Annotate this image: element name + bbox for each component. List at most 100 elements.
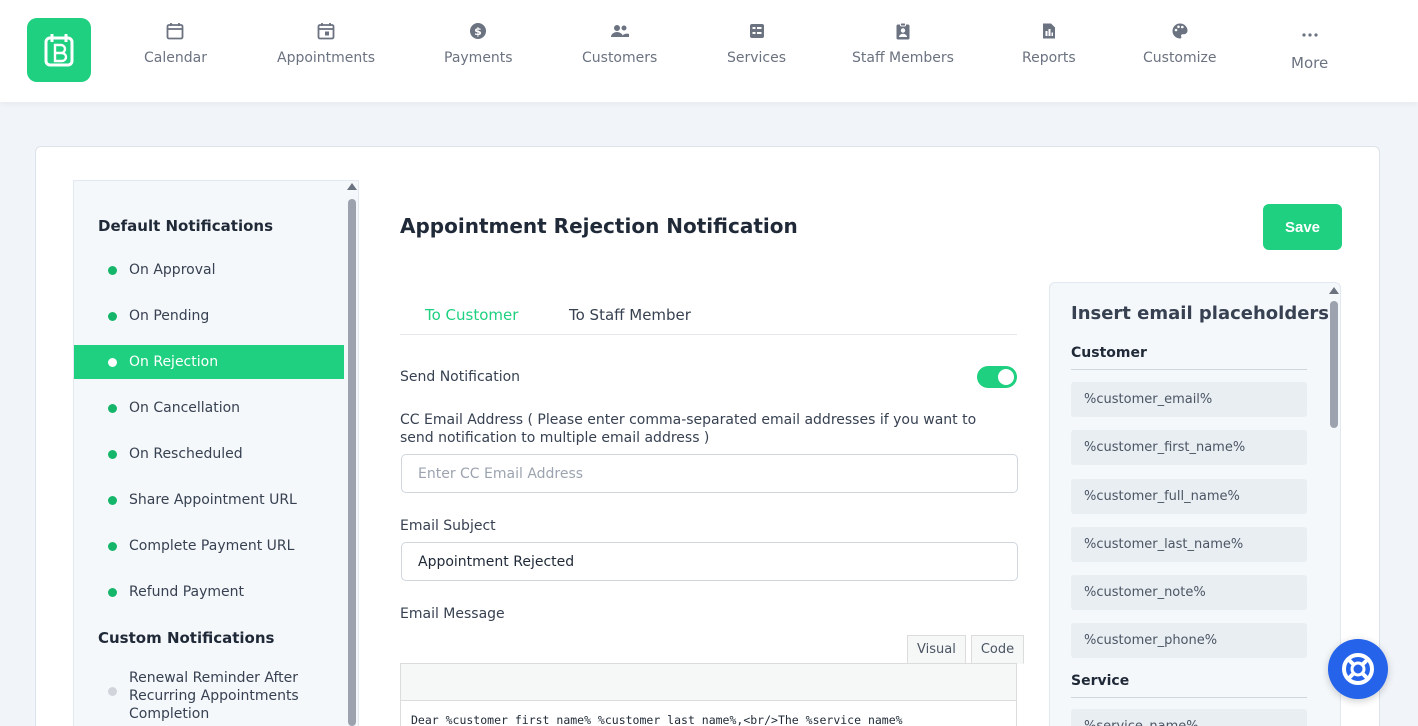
recipient-tabs: To Customer To Staff Member bbox=[400, 296, 1017, 335]
placeholder-group-service: Service bbox=[1071, 673, 1130, 689]
sidebar-item-renewal-reminder[interactable]: Renewal Reminder After Recurring Appoint… bbox=[108, 669, 338, 723]
status-dot bbox=[108, 357, 117, 367]
send-notification-toggle[interactable] bbox=[977, 366, 1017, 388]
email-message-label: Email Message bbox=[400, 606, 505, 622]
sidebar-item-label: Complete Payment URL bbox=[129, 538, 295, 554]
top-navigation: Calendar Appointments $ Payments Custome… bbox=[0, 0, 1418, 102]
sidebar-item-complete-payment-url[interactable]: Complete Payment URL bbox=[74, 529, 344, 563]
placeholders-panel: Insert email placeholders Customer %cust… bbox=[1049, 282, 1341, 726]
editor-toolbar bbox=[401, 664, 1016, 701]
nav-label: Appointments bbox=[277, 50, 376, 66]
nav-label: Reports bbox=[1022, 50, 1076, 66]
status-dot bbox=[108, 311, 117, 321]
notifications-sidebar: Default Notifications On Approval On Pen… bbox=[73, 180, 359, 726]
calendar-icon bbox=[164, 20, 186, 42]
appointment-icon bbox=[315, 20, 337, 42]
status-dot bbox=[108, 687, 117, 696]
svg-text:$: $ bbox=[474, 25, 482, 38]
placeholder-chip[interactable]: %customer_last_name% bbox=[1071, 527, 1307, 562]
placeholder-chip[interactable]: %service_name% bbox=[1071, 709, 1307, 726]
divider bbox=[1071, 369, 1307, 370]
custom-notifications-heading: Custom Notifications bbox=[98, 629, 275, 647]
default-notifications-heading: Default Notifications bbox=[98, 217, 274, 235]
send-notification-label: Send Notification bbox=[400, 369, 521, 385]
scroll-up-arrow-icon[interactable] bbox=[347, 183, 357, 190]
email-message-textarea[interactable]: Dear %customer_first_name% %customer_las… bbox=[401, 701, 1016, 726]
page-title: Appointment Rejection Notification bbox=[400, 214, 798, 238]
cc-email-input[interactable] bbox=[401, 454, 1018, 493]
sidebar-item-refund-payment[interactable]: Refund Payment bbox=[74, 575, 344, 609]
sidebar-item-on-approval[interactable]: On Approval bbox=[74, 253, 344, 287]
staff-badge-icon bbox=[892, 20, 914, 42]
toggle-knob bbox=[998, 369, 1014, 385]
nav-services[interactable]: Services bbox=[727, 20, 786, 66]
divider bbox=[1071, 697, 1307, 698]
placeholder-chip[interactable]: %customer_note% bbox=[1071, 575, 1307, 610]
placeholder-chip[interactable]: %customer_phone% bbox=[1071, 623, 1307, 658]
sidebar-item-label: On Cancellation bbox=[129, 400, 241, 416]
nav-label: Services bbox=[727, 50, 787, 66]
sidebar-item-label: Share Appointment URL bbox=[129, 492, 297, 508]
placeholder-chip[interactable]: %customer_email% bbox=[1071, 382, 1307, 417]
status-dot bbox=[108, 265, 117, 275]
nav-customers[interactable]: Customers bbox=[582, 20, 657, 66]
users-icon bbox=[609, 20, 631, 42]
logo-icon bbox=[44, 34, 74, 67]
sidebar-item-on-rescheduled[interactable]: On Rescheduled bbox=[74, 437, 344, 471]
nav-reports[interactable]: Reports bbox=[1022, 20, 1076, 66]
nav-customize[interactable]: Customize bbox=[1143, 20, 1217, 66]
scrollbar-thumb[interactable] bbox=[1330, 301, 1338, 428]
nav-calendar[interactable]: Calendar bbox=[144, 20, 207, 66]
scroll-up-arrow-icon[interactable] bbox=[1329, 287, 1339, 294]
email-message-editor[interactable]: Dear %customer_first_name% %customer_las… bbox=[400, 663, 1017, 726]
editor-mode-tabs: Visual Code bbox=[902, 635, 1025, 664]
nav-label: Payments bbox=[444, 50, 513, 66]
placeholder-chip[interactable]: %customer_full_name% bbox=[1071, 479, 1307, 514]
scrollbar-thumb[interactable] bbox=[348, 199, 356, 726]
code-tab[interactable]: Code bbox=[970, 635, 1025, 664]
sidebar-item-label: Renewal Reminder After Recurring Appoint… bbox=[129, 670, 299, 722]
sidebar-item-on-cancellation[interactable]: On Cancellation bbox=[74, 391, 344, 425]
help-button[interactable] bbox=[1328, 639, 1388, 699]
tab-to-staff-member[interactable]: To Staff Member bbox=[569, 306, 691, 324]
sidebar-item-label: Refund Payment bbox=[129, 584, 245, 600]
email-subject-label: Email Subject bbox=[400, 518, 496, 534]
placeholder-group-customer: Customer bbox=[1071, 345, 1147, 361]
status-dot bbox=[108, 495, 117, 505]
status-dot bbox=[108, 449, 117, 459]
placeholder-chip[interactable]: %customer_first_name% bbox=[1071, 430, 1307, 465]
placeholders-title: Insert email placeholders bbox=[1071, 303, 1330, 324]
nav-label: Customers bbox=[582, 50, 658, 66]
sidebar-item-on-rejection[interactable]: On Rejection bbox=[74, 345, 344, 379]
cc-email-label: CC Email Address ( Please enter comma-se… bbox=[400, 412, 977, 446]
palette-icon bbox=[1169, 20, 1191, 42]
sidebar-item-on-pending[interactable]: On Pending bbox=[74, 299, 344, 333]
sidebar-item-label: On Rejection bbox=[129, 354, 219, 370]
sidebar-item-share-appointment-url[interactable]: Share Appointment URL bbox=[74, 483, 344, 517]
report-icon bbox=[1038, 20, 1060, 42]
nav-label: Staff Members bbox=[852, 50, 954, 66]
nav-label: More bbox=[1291, 54, 1329, 72]
nav-more[interactable]: More bbox=[1291, 24, 1328, 72]
nav-label: Calendar bbox=[144, 50, 207, 66]
lifebuoy-icon bbox=[1342, 653, 1374, 685]
sidebar-item-label: On Approval bbox=[129, 262, 216, 278]
sidebar-item-label: On Pending bbox=[129, 308, 210, 324]
status-dot bbox=[108, 403, 117, 413]
dollar-icon: $ bbox=[467, 20, 489, 42]
more-dots-icon bbox=[1299, 24, 1321, 46]
email-subject-input[interactable] bbox=[401, 542, 1018, 581]
status-dot bbox=[108, 541, 117, 551]
nav-staff-members[interactable]: Staff Members bbox=[852, 20, 954, 66]
nav-payments[interactable]: $ Payments bbox=[444, 20, 513, 66]
save-button[interactable]: Save bbox=[1263, 204, 1342, 250]
visual-tab[interactable]: Visual bbox=[907, 635, 966, 664]
services-icon bbox=[746, 20, 768, 42]
sidebar-scrollbar[interactable] bbox=[347, 183, 357, 726]
nav-label: Customize bbox=[1143, 50, 1217, 66]
sidebar-item-label: On Rescheduled bbox=[129, 446, 243, 462]
status-dot bbox=[108, 587, 117, 597]
nav-appointments[interactable]: Appointments bbox=[277, 20, 375, 66]
app-logo[interactable] bbox=[27, 18, 91, 82]
tab-to-customer[interactable]: To Customer bbox=[425, 306, 518, 324]
